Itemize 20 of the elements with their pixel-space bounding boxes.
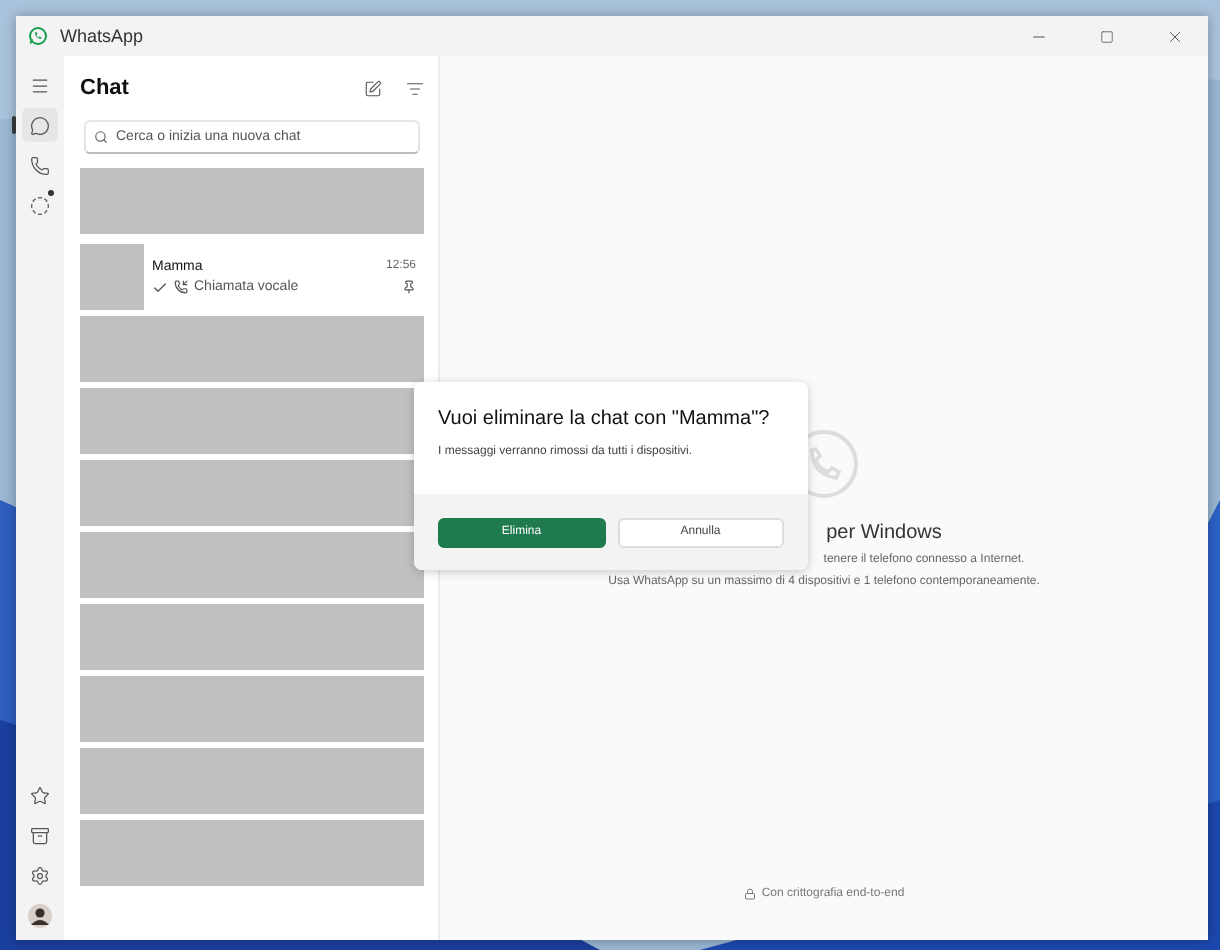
maximize-icon [1099, 29, 1113, 43]
phone-icon [174, 280, 188, 294]
new-chat-button[interactable] [364, 79, 382, 97]
filter-button[interactable] [406, 79, 424, 97]
settings-icon [30, 865, 50, 885]
redacted-avatar [80, 244, 144, 310]
lock-icon [743, 888, 756, 900]
search-icon [94, 130, 108, 144]
avatar-icon [28, 903, 52, 927]
app-logo-icon [28, 26, 48, 46]
star-icon [30, 785, 50, 805]
chat-bubble-icon [30, 115, 50, 135]
window-title: WhatsApp [60, 26, 146, 46]
phone-icon [30, 155, 50, 175]
close-icon [1165, 27, 1183, 45]
menu-icon [30, 75, 50, 95]
archive-icon [30, 825, 50, 845]
dialog-title: Vuoi eliminare la chat con "Mamma"? [438, 408, 772, 430]
chat-list-title: Chat [80, 76, 131, 100]
status-icon [30, 195, 50, 215]
